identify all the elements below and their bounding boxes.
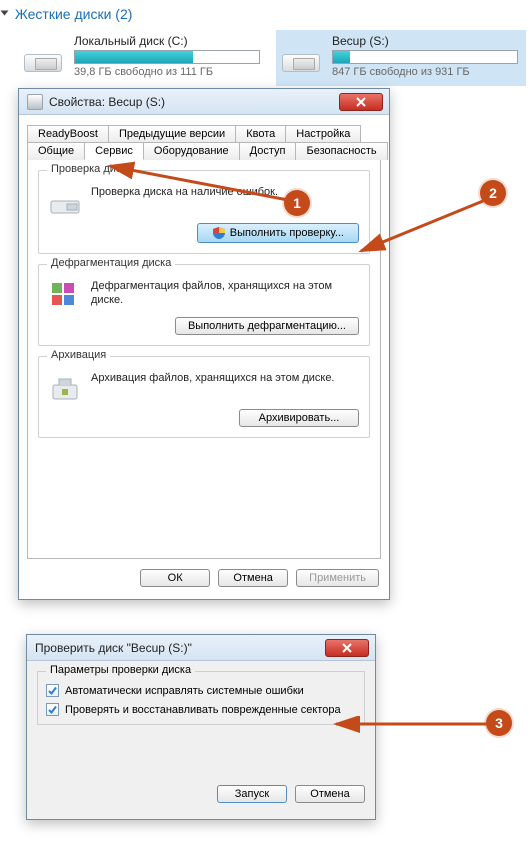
callout-1: 1 [284, 190, 310, 216]
dialog-button-row: Запуск Отмена [37, 785, 365, 809]
group-defrag: Дефрагментация диска Дефрагментация файл… [38, 264, 370, 346]
check-disk-dialog: Проверить диск "Becup (S:)" Параметры пр… [26, 634, 376, 820]
drive-item-c[interactable]: Локальный диск (С:) 39,8 ГБ свободно из … [18, 30, 268, 86]
drive-capacity-bar [332, 50, 518, 64]
tab-readyboost[interactable]: ReadyBoost [27, 125, 109, 142]
drive-title: Локальный диск (С:) [74, 34, 260, 48]
start-button[interactable]: Запуск [217, 785, 287, 803]
drives-header-text: Жесткие диски (2) [15, 6, 133, 22]
tab-sharing[interactable]: Доступ [239, 142, 297, 160]
tab-content: Проверка диска Проверка диска на наличие… [27, 159, 381, 559]
defrag-icon [49, 279, 81, 311]
check-now-button[interactable]: Выполнить проверку... [197, 223, 359, 243]
check-disk-icon [49, 185, 81, 217]
apply-button[interactable]: Применить [296, 569, 379, 587]
callout-2: 2 [480, 180, 506, 206]
callout-3: 3 [486, 710, 512, 736]
tab-strip: ReadyBoost Предыдущие версии Квота Настр… [27, 125, 381, 160]
group-desc: Дефрагментация файлов, хранящихся на это… [91, 279, 359, 308]
check-icon [47, 704, 58, 715]
drive-capacity-bar [74, 50, 260, 64]
close-icon [341, 642, 353, 654]
check-now-label: Выполнить проверку... [230, 227, 344, 239]
cancel-button[interactable]: Отмена [218, 569, 288, 587]
dialog-title: Свойства: Becup (S:) [49, 95, 339, 109]
dialog-button-row: ОК Отмена Применить [27, 559, 381, 591]
checkbox-scan-sectors[interactable] [46, 703, 59, 716]
fieldset-legend: Параметры проверки диска [46, 664, 195, 676]
ok-button[interactable]: ОК [140, 569, 210, 587]
drive-free-text: 39,8 ГБ свободно из 111 ГБ [74, 66, 260, 78]
tab-previous-versions[interactable]: Предыдущие версии [108, 125, 236, 142]
group-desc: Архивация файлов, хранящихся на этом дис… [91, 371, 335, 385]
backup-now-button[interactable]: Архивировать... [239, 409, 359, 427]
group-legend: Дефрагментация диска [47, 257, 175, 269]
hdd-icon [22, 40, 64, 76]
drive-title: Becup (S:) [332, 34, 518, 48]
drive-free-text: 847 ГБ свободно из 931 ГБ [332, 66, 518, 78]
group-legend: Проверка диска [47, 163, 137, 175]
checkbox-fix-errors[interactable] [46, 684, 59, 697]
checkbox-label: Проверять и восстанавливать поврежденные… [65, 704, 341, 716]
titlebar[interactable]: Свойства: Becup (S:) [19, 89, 389, 115]
check-options-fieldset: Параметры проверки диска Автоматически и… [37, 671, 365, 725]
hdd-icon [280, 40, 322, 76]
titlebar[interactable]: Проверить диск "Becup (S:)" [27, 635, 375, 661]
tab-security[interactable]: Безопасность [295, 142, 387, 160]
cancel-button[interactable]: Отмена [295, 785, 365, 803]
tab-tools[interactable]: Сервис [84, 142, 144, 160]
backup-icon [49, 371, 81, 403]
close-button[interactable] [339, 93, 383, 111]
tab-hardware[interactable]: Оборудование [143, 142, 240, 160]
tab-customize[interactable]: Настройка [285, 125, 361, 142]
tab-general[interactable]: Общие [27, 142, 85, 160]
defrag-now-button[interactable]: Выполнить дефрагментацию... [175, 317, 359, 335]
close-button[interactable] [325, 639, 369, 657]
dialog-title: Проверить диск "Becup (S:)" [35, 641, 325, 655]
collapse-triangle-icon[interactable] [1, 11, 9, 16]
properties-dialog: Свойства: Becup (S:) ReadyBoost Предыдущ… [18, 88, 390, 600]
drives-section-header: Жесткие диски (2) [0, 0, 532, 28]
group-check-disk: Проверка диска Проверка диска на наличие… [38, 170, 370, 254]
group-desc: Проверка диска на наличие ошибок. [91, 185, 278, 199]
tab-quota[interactable]: Квота [235, 125, 286, 142]
close-icon [355, 96, 367, 108]
drive-titlebar-icon [27, 94, 43, 110]
check-icon [47, 685, 58, 696]
group-legend: Архивация [47, 349, 110, 361]
checkbox-label: Автоматически исправлять системные ошибк… [65, 685, 304, 697]
drive-item-s[interactable]: Becup (S:) 847 ГБ свободно из 931 ГБ [276, 30, 526, 86]
uac-shield-icon [212, 226, 226, 240]
group-backup: Архивация Архивация файлов, хранящихся н… [38, 356, 370, 438]
